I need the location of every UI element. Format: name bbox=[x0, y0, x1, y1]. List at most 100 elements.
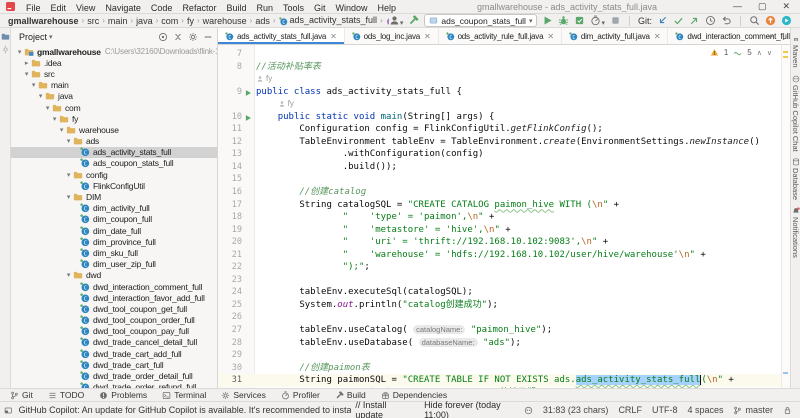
update-badge-icon[interactable] bbox=[765, 15, 776, 26]
editor-tab-ods_activity_rule_full.java[interactable]: Cods_activity_rule_full.java ✕ bbox=[439, 28, 562, 44]
line-number[interactable]: 12 bbox=[218, 136, 242, 149]
line-number[interactable]: 25 bbox=[218, 299, 242, 312]
indent-style[interactable]: 4 spaces bbox=[687, 405, 723, 415]
menu-navigate[interactable]: Navigate bbox=[100, 3, 146, 13]
menu-tools[interactable]: Tools bbox=[278, 3, 309, 13]
line-number[interactable]: 27 bbox=[218, 324, 242, 337]
hidden-tabs-chevron-icon[interactable] bbox=[766, 32, 775, 41]
collapse-all-icon[interactable] bbox=[173, 32, 183, 42]
code-line-31[interactable]: 31 String paimonSQL = "CREATE TABLE IF N… bbox=[218, 374, 782, 387]
tree-item-dim_date_full[interactable]: Cdim_date_full bbox=[11, 225, 217, 236]
locate-file-icon[interactable] bbox=[158, 32, 168, 42]
toolwindow-maven[interactable]: m Maven bbox=[791, 35, 800, 68]
profiler-menu[interactable]: ▾ bbox=[590, 12, 605, 30]
menu-git[interactable]: Git bbox=[309, 3, 331, 13]
line-number[interactable]: 7 bbox=[218, 48, 242, 61]
file-encoding[interactable]: UTF-8 bbox=[652, 405, 678, 415]
code-line-14[interactable]: 14 .build()); bbox=[218, 161, 782, 174]
tree-chevron-icon[interactable]: ▾ bbox=[64, 271, 73, 279]
line-number[interactable]: 21 bbox=[218, 249, 242, 262]
code-line-28[interactable]: 28 tableEnv.useDatabase( databaseName: "… bbox=[218, 337, 782, 350]
git-push-icon[interactable] bbox=[689, 15, 700, 26]
tree-item-java[interactable]: ▾ java bbox=[11, 91, 217, 102]
toolwindow-tab-services[interactable]: Services bbox=[221, 390, 266, 400]
line-number[interactable]: 30 bbox=[218, 362, 242, 375]
tree-item-warehouse[interactable]: ▾ warehouse bbox=[11, 124, 217, 135]
code-line-13[interactable]: 13 .withConfiguration(config) bbox=[218, 148, 782, 161]
tree-chevron-icon[interactable]: ▾ bbox=[36, 92, 45, 100]
code-line-19[interactable]: 19 " 'metastore' = 'hive',\n" + bbox=[218, 224, 782, 237]
code-vision-author[interactable]: fy bbox=[218, 73, 782, 86]
code-line-21[interactable]: 21 " 'warehouse' = 'hdfs://192.168.10.10… bbox=[218, 249, 782, 262]
toolwindow-notifications[interactable]: Notifications bbox=[791, 207, 800, 258]
menu-run[interactable]: Run bbox=[251, 3, 278, 13]
code-line-18[interactable]: 18 " 'type' = 'paimon',\n" + bbox=[218, 211, 782, 224]
tree-item-FlinkConfigUtil[interactable]: C FlinkConfigUtil bbox=[11, 180, 217, 191]
breadcrumb-item-gmallwarehouse[interactable]: gmallwarehouse bbox=[8, 16, 79, 26]
close-tab-icon[interactable]: ✕ bbox=[547, 32, 554, 41]
tree-item-dwd_trade_cart_add_full[interactable]: Cdwd_trade_cart_add_full bbox=[11, 348, 217, 359]
menu-file[interactable]: File bbox=[21, 3, 46, 13]
code-line-27[interactable]: 27 tableEnv.useCatalog( catalogName: "pa… bbox=[218, 324, 782, 337]
tree-item-com[interactable]: ▾ com bbox=[11, 102, 217, 113]
toolwindow-github-copilot-chat[interactable]: GitHub Copilot Chat bbox=[791, 75, 800, 151]
caret-position[interactable]: 31:83 (23 chars) bbox=[543, 405, 609, 415]
tree-item-dwd[interactable]: ▾ dwd bbox=[11, 270, 217, 281]
menu-build[interactable]: Build bbox=[221, 3, 251, 13]
code-line-16[interactable]: 16 //创建catalog bbox=[218, 186, 782, 199]
hide-panel-icon[interactable] bbox=[203, 32, 213, 42]
revert-icon[interactable] bbox=[721, 15, 732, 26]
menu-edit[interactable]: Edit bbox=[46, 3, 72, 13]
code-line-22[interactable]: 22 ");"; bbox=[218, 261, 782, 274]
breadcrumb-item-com[interactable]: com bbox=[161, 16, 178, 26]
tree-item-main[interactable]: ▾ main bbox=[11, 80, 217, 91]
tree-item-dwd_trade_order_detail_full[interactable]: Cdwd_trade_order_detail_full bbox=[11, 370, 217, 381]
close-tab-icon[interactable]: ✕ bbox=[330, 32, 337, 41]
line-number[interactable]: 20 bbox=[218, 236, 242, 249]
code-line-25[interactable]: 25 System.out.println("catalog创建成功"); bbox=[218, 299, 782, 312]
run-icon[interactable] bbox=[244, 114, 252, 122]
toolwindow-tab-profiler[interactable]: Profiler bbox=[281, 390, 320, 400]
tree-chevron-icon[interactable]: ▾ bbox=[15, 48, 24, 56]
tree-chevron-icon[interactable]: ▾ bbox=[22, 70, 31, 78]
breadcrumb-item-main[interactable]: main bbox=[108, 16, 128, 26]
minimize-button[interactable]: — bbox=[733, 2, 742, 11]
prev-issue-icon[interactable]: ∧ bbox=[757, 49, 762, 57]
menu-code[interactable]: Code bbox=[146, 3, 178, 13]
line-number[interactable]: 29 bbox=[218, 349, 242, 362]
code-line-10[interactable]: 10 public static void main(String[] args… bbox=[218, 111, 782, 124]
install-update-link[interactable]: // Install update bbox=[355, 400, 414, 418]
tree-chevron-icon[interactable]: ▾ bbox=[64, 171, 73, 179]
tree-item-dwd_trade_cancel_detail_full[interactable]: Cdwd_trade_cancel_detail_full bbox=[11, 337, 217, 348]
toolwindow-tab-problems[interactable]: Problems bbox=[99, 390, 147, 400]
tree-item-fy[interactable]: ▾ fy bbox=[11, 113, 217, 124]
menu-view[interactable]: View bbox=[71, 3, 100, 13]
tree-item-.idea[interactable]: ▸ .idea bbox=[11, 57, 217, 68]
tree-item-ads[interactable]: ▾ ads bbox=[11, 136, 217, 147]
code-editor[interactable]: 7 8//活动补贴率表 fy 9 public class ads_activity_s… bbox=[218, 45, 790, 388]
code-line-26[interactable]: 26 bbox=[218, 311, 782, 324]
tree-item-DIM[interactable]: ▾ DIM bbox=[11, 191, 217, 202]
tree-item-dim_user_zip_full[interactable]: Cdim_user_zip_full bbox=[11, 259, 217, 270]
git-commit-icon[interactable] bbox=[673, 15, 684, 26]
tree-chevron-icon[interactable]: ▾ bbox=[43, 104, 52, 112]
line-number[interactable]: 26 bbox=[218, 311, 242, 324]
run-icon[interactable] bbox=[244, 89, 252, 97]
project-panel-title[interactable]: Project bbox=[19, 32, 47, 42]
code-line-8[interactable]: 8//活动补贴率表 bbox=[218, 61, 782, 74]
close-tab-icon[interactable]: ✕ bbox=[424, 32, 431, 41]
breadcrumb-item-warehouse[interactable]: warehouse bbox=[203, 16, 247, 26]
tree-item-dwd_interaction_comment_full[interactable]: Cdwd_interaction_comment_full bbox=[11, 281, 217, 292]
run-icon[interactable] bbox=[542, 15, 553, 26]
maximize-button[interactable]: ▢ bbox=[758, 2, 767, 11]
close-tab-icon[interactable]: ✕ bbox=[654, 32, 661, 41]
tree-chevron-icon[interactable]: ▾ bbox=[29, 81, 38, 89]
tree-chevron-icon[interactable]: ▾ bbox=[64, 193, 73, 201]
editor-tab-ads_activity_stats_full.java[interactable]: Cads_activity_stats_full.java ✕ bbox=[218, 28, 345, 44]
toolwindow-tab-terminal[interactable]: Terminal bbox=[162, 390, 206, 400]
toolwindow-database[interactable]: Database bbox=[791, 158, 800, 200]
settings-gear-icon[interactable] bbox=[188, 32, 198, 42]
tree-item-dwd_tool_coupon_pay_full[interactable]: Cdwd_tool_coupon_pay_full bbox=[11, 326, 217, 337]
breadcrumb-item-src[interactable]: src bbox=[87, 16, 99, 26]
breadcrumb-item-ads_activity_stats_full[interactable]: Cads_activity_stats_full bbox=[278, 15, 377, 25]
